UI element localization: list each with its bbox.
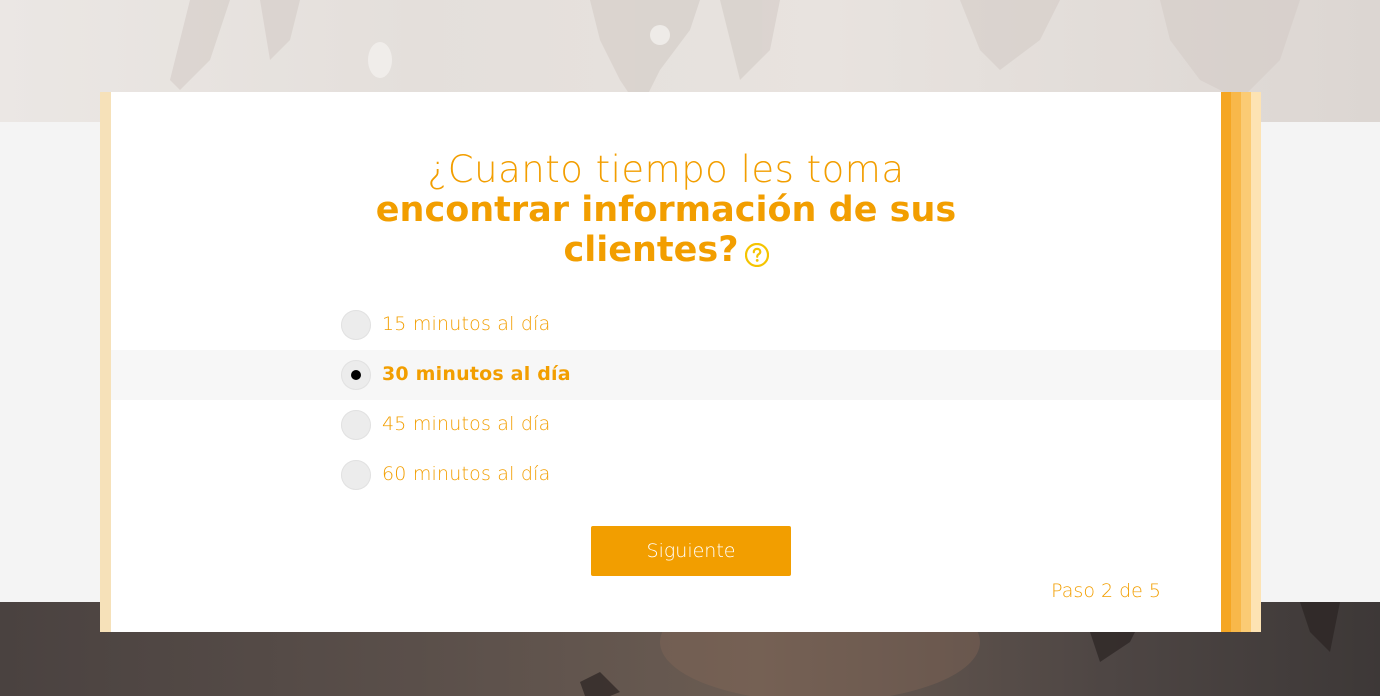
right-accent-stripes	[1221, 92, 1261, 632]
option-label[interactable]: 60 minutos al día	[382, 463, 550, 485]
next-button[interactable]: Siguiente	[591, 526, 791, 576]
stripe-3	[1241, 92, 1251, 632]
option-45-minutes[interactable]: 45 minutos al día	[111, 400, 1221, 450]
question-circle-icon[interactable]	[744, 236, 769, 268]
option-30-minutes[interactable]: 30 minutos al día	[111, 350, 1221, 400]
option-60-minutes[interactable]: 60 minutos al día	[111, 450, 1221, 500]
radio-button[interactable]	[341, 460, 371, 490]
question-line-1: ¿Cuanto tiempo les toma	[427, 148, 905, 191]
question-title: ¿Cuanto tiempo les toma encontrar inform…	[111, 148, 1221, 271]
stripe-2	[1231, 92, 1241, 632]
radio-button-selected[interactable]	[341, 360, 371, 390]
step-indicator: Paso 2 de 5	[1051, 580, 1161, 602]
option-15-minutes[interactable]: 15 minutos al día	[111, 300, 1221, 350]
option-label[interactable]: 45 minutos al día	[382, 413, 550, 435]
stripe-1	[1221, 92, 1231, 632]
radio-button[interactable]	[341, 310, 371, 340]
question-line-3: clientes?	[111, 230, 1221, 270]
left-accent-stripe	[100, 92, 111, 632]
option-label[interactable]: 15 minutos al día	[382, 313, 550, 335]
answer-options: 15 minutos al día 30 minutos al día 45 m…	[111, 300, 1221, 500]
radio-button[interactable]	[341, 410, 371, 440]
survey-card: ¿Cuanto tiempo les toma encontrar inform…	[100, 92, 1261, 632]
stripe-4	[1251, 92, 1261, 632]
option-label[interactable]: 30 minutos al día	[382, 363, 571, 385]
question-line-2: encontrar información de sus	[375, 190, 957, 230]
radio-dot	[351, 370, 361, 380]
question-line-3-text: clientes?	[563, 230, 739, 270]
